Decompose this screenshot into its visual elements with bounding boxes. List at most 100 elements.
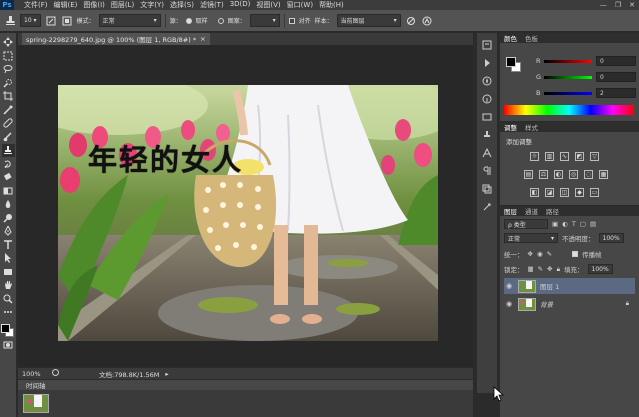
document-tab[interactable]: spring-2298279_640.jpg @ 100% (图层 1, RGB… bbox=[22, 33, 210, 45]
clone-stamp-tool-icon[interactable] bbox=[1, 144, 15, 157]
lock-position-icon[interactable]: ✥ bbox=[547, 265, 552, 273]
clone-source-icon[interactable] bbox=[481, 129, 493, 141]
menu-help[interactable]: 帮助(H) bbox=[319, 0, 344, 10]
layer-row-background[interactable]: ◉ 背景 🔒︎ bbox=[504, 296, 635, 312]
threshold-icon[interactable]: ◫ bbox=[560, 188, 569, 197]
invert-icon[interactable]: ◧ bbox=[530, 188, 539, 197]
character-panel-icon[interactable] bbox=[481, 147, 493, 159]
menu-file[interactable]: 文件(F) bbox=[24, 0, 48, 10]
timeline-tab[interactable]: 时间轴 bbox=[26, 380, 46, 390]
filter-smart-icon[interactable]: ▤ bbox=[590, 220, 596, 228]
vibrance-icon[interactable]: ▽ bbox=[590, 152, 599, 161]
levels-icon[interactable]: ▥ bbox=[545, 152, 554, 161]
menu-filter[interactable]: 滤镜(T) bbox=[200, 0, 224, 10]
menu-select[interactable]: 选择(S) bbox=[170, 0, 194, 10]
menu-window[interactable]: 窗口(W) bbox=[287, 0, 313, 10]
clone-stamp-preset-icon[interactable] bbox=[4, 15, 16, 27]
close-icon[interactable]: × bbox=[200, 35, 205, 43]
path-selection-tool-icon[interactable] bbox=[2, 252, 15, 265]
exposure-icon[interactable]: ◩ bbox=[575, 152, 584, 161]
layer-row-layer1[interactable]: ◉ 图层 1 bbox=[504, 278, 635, 294]
posterize-icon[interactable]: ◪ bbox=[545, 188, 554, 197]
black-white-icon[interactable]: ◐ bbox=[554, 170, 563, 179]
curves-icon[interactable]: ∿ bbox=[560, 152, 569, 161]
quick-mask-icon[interactable] bbox=[2, 339, 15, 352]
lock-transparent-icon[interactable]: ▦ bbox=[528, 265, 534, 273]
lock-image-icon[interactable]: ✎ bbox=[538, 265, 543, 273]
fill-input[interactable]: 100% bbox=[587, 264, 613, 274]
tool-presets-icon[interactable] bbox=[481, 201, 493, 213]
close-button[interactable]: ✕ bbox=[629, 1, 635, 9]
eraser-tool-icon[interactable] bbox=[2, 171, 15, 184]
minimize-button[interactable]: — bbox=[600, 1, 607, 9]
filter-adjustment-icon[interactable]: ◐ bbox=[562, 220, 568, 228]
color-spectrum[interactable] bbox=[504, 105, 634, 115]
brush-size-picker[interactable]: 10 ▾ bbox=[20, 14, 41, 27]
eye-icon[interactable]: ◉ bbox=[504, 300, 514, 308]
color-panel-foreground-swatch[interactable] bbox=[506, 57, 516, 67]
pattern-picker[interactable]: ▾ bbox=[249, 14, 280, 27]
restore-button[interactable]: ❐ bbox=[615, 1, 621, 9]
menu-view[interactable]: 视图(V) bbox=[256, 0, 280, 10]
sampled-radio[interactable] bbox=[185, 17, 192, 24]
clone-source-panel-icon[interactable] bbox=[61, 15, 73, 27]
layer-comps-icon[interactable] bbox=[481, 183, 493, 195]
color-balance-icon[interactable]: ⚖ bbox=[539, 170, 548, 179]
color-swatches[interactable] bbox=[1, 323, 15, 338]
filter-pixel-icon[interactable]: ▣ bbox=[552, 220, 558, 228]
dodge-tool-icon[interactable] bbox=[2, 212, 15, 225]
brush-panel-icon[interactable] bbox=[45, 15, 57, 27]
channel-mixer-icon[interactable]: ◌ bbox=[584, 170, 593, 179]
filter-shape-icon[interactable]: ▢ bbox=[580, 220, 586, 228]
chevron-right-icon[interactable]: ▸ bbox=[165, 370, 168, 378]
document-canvas[interactable]: 年轻的女人 bbox=[58, 85, 438, 341]
color-lookup-icon[interactable]: ▦ bbox=[599, 170, 608, 179]
brush-tool-icon[interactable] bbox=[2, 131, 15, 144]
brightness-contrast-icon[interactable]: ☼ bbox=[530, 152, 539, 161]
green-value-input[interactable]: 0 bbox=[596, 72, 636, 82]
tab-layers[interactable]: 图层 bbox=[504, 206, 517, 216]
healing-brush-tool-icon[interactable] bbox=[2, 117, 15, 130]
crop-tool-icon[interactable] bbox=[2, 90, 15, 103]
gradient-tool-icon[interactable] bbox=[2, 185, 15, 198]
tab-swatches[interactable]: 色板 bbox=[525, 33, 538, 43]
brush-presets-icon[interactable] bbox=[481, 111, 493, 123]
unify-position-icon[interactable]: ✥ bbox=[528, 250, 533, 258]
type-tool-icon[interactable] bbox=[2, 239, 15, 252]
tab-color[interactable]: 颜色 bbox=[504, 33, 517, 43]
blend-mode-select[interactable]: 正常 ▾ bbox=[504, 233, 558, 243]
gradient-map-icon[interactable]: ▭ bbox=[590, 188, 599, 197]
sample-select[interactable]: 当前图层 ▾ bbox=[336, 14, 401, 27]
more-tools-icon[interactable] bbox=[2, 306, 15, 319]
pressure-opacity-icon[interactable] bbox=[421, 15, 433, 27]
unify-visibility-icon[interactable]: ◉ bbox=[537, 250, 543, 258]
canvas-area[interactable]: 年轻的女人 bbox=[18, 45, 473, 367]
quick-select-tool-icon[interactable] bbox=[2, 77, 15, 90]
zoom-tool-icon[interactable] bbox=[2, 293, 15, 306]
tab-styles[interactable]: 样式 bbox=[525, 122, 538, 132]
eye-icon[interactable]: ◉ bbox=[504, 282, 514, 290]
unify-style-icon[interactable]: ✎ bbox=[547, 250, 552, 258]
menu-type[interactable]: 文字(Y) bbox=[140, 0, 164, 10]
foreground-color-swatch[interactable] bbox=[1, 323, 10, 333]
pen-tool-icon[interactable] bbox=[2, 225, 15, 238]
green-slider[interactable] bbox=[544, 75, 592, 79]
blue-value-input[interactable]: 2 bbox=[596, 88, 636, 98]
tab-channels[interactable]: 通道 bbox=[525, 206, 538, 216]
timeline-frame-thumbnail[interactable] bbox=[23, 394, 49, 413]
pattern-radio[interactable] bbox=[217, 17, 224, 24]
red-value-input[interactable]: 0 bbox=[596, 56, 636, 66]
history-brush-tool-icon[interactable] bbox=[2, 158, 15, 171]
menu-image[interactable]: 图像(I) bbox=[83, 0, 105, 10]
eyedropper-tool-icon[interactable] bbox=[2, 104, 15, 117]
red-slider[interactable] bbox=[544, 59, 592, 63]
lasso-tool-icon[interactable] bbox=[2, 63, 15, 76]
navigator-panel-icon[interactable] bbox=[481, 75, 493, 87]
selective-color-icon[interactable]: ◆ bbox=[575, 188, 584, 197]
status-info-icon[interactable] bbox=[52, 369, 59, 378]
tab-paths[interactable]: 路径 bbox=[546, 206, 559, 216]
layer-kind-filter[interactable]: ρ 类型 bbox=[504, 219, 548, 229]
marquee-tool-icon[interactable] bbox=[2, 50, 15, 63]
actions-panel-icon[interactable] bbox=[481, 57, 493, 69]
move-tool-icon[interactable] bbox=[2, 36, 15, 49]
